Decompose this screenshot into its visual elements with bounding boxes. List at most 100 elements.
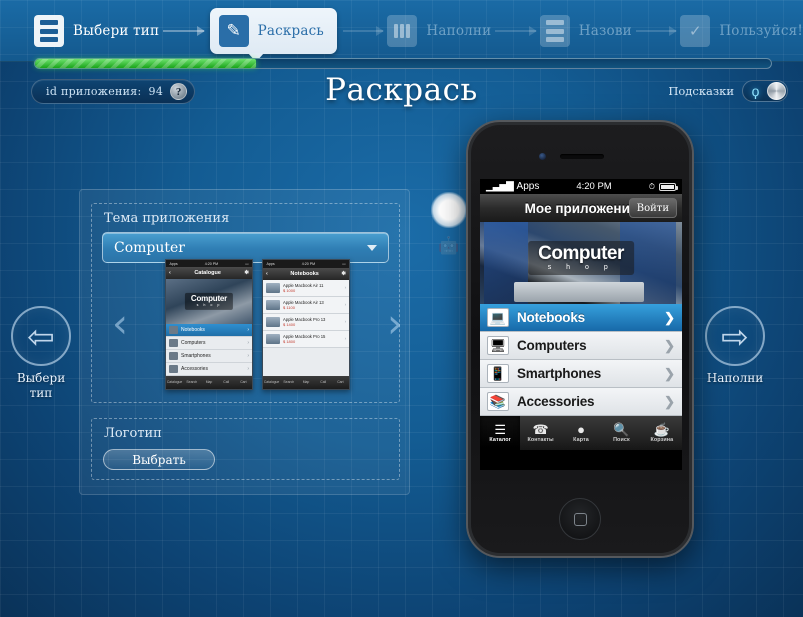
sliders-icon <box>387 15 418 47</box>
pin-icon: ● <box>577 422 585 437</box>
search-icon: 🔍 <box>613 422 630 437</box>
tab-label: Контакты <box>527 437 554 443</box>
thumb-tabbar: Catalogue Search Map Call Cart <box>166 375 252 389</box>
logo-fieldset: Логотип Выбрать <box>91 418 400 480</box>
hero-caption: Computer s h o p <box>528 241 634 276</box>
nav-prev-button[interactable]: ⇦ Выбери тип <box>0 306 86 401</box>
thumb-tab: Cart <box>337 380 344 384</box>
tab-search[interactable]: 🔍 Поиск <box>601 416 641 450</box>
basket-icon: ☕ <box>653 422 670 437</box>
thumb-carrier: Apps <box>266 261 275 266</box>
thumb-product-row: Apple Macbook Pro 13 $ 1400 › <box>263 313 349 331</box>
laptop-icon: 💻 <box>487 308 509 327</box>
nav-next-button[interactable]: ⇨ Наполни <box>690 306 780 386</box>
back-icon: ‹ <box>266 270 268 277</box>
choose-logo-button[interactable]: Выбрать <box>103 449 215 470</box>
step-use[interactable]: ✓ Пользуйся! <box>680 15 803 47</box>
books-icon <box>169 364 178 373</box>
thumb-row-label: Smartphones <box>181 352 211 359</box>
thumb-hero-caption: Computer s h o p <box>184 293 234 310</box>
chevron-right-icon: › <box>344 319 346 324</box>
thumb-product-list: Apple Macbook Air 11 $ 1000 › Apple Macb… <box>263 279 349 376</box>
step-label: Пользуйся! <box>719 23 803 39</box>
thumb-row: Notebooks › <box>166 323 252 337</box>
hints-toggle-group[interactable]: Подсказки ϙ <box>668 80 788 102</box>
signal-bars: ▁▃▅▇ <box>486 181 514 192</box>
chevron-right-icon: ❯ <box>664 337 675 353</box>
thumb-tab: Map <box>205 380 213 385</box>
tab-catalog[interactable]: ☰ Каталог <box>480 416 521 450</box>
switch-knob[interactable] <box>767 82 786 100</box>
chevron-right-icon[interactable]: › <box>378 250 412 398</box>
platform-switcher: 🤖 <box>431 192 467 264</box>
tab-cart[interactable]: ☕ Корзина <box>642 416 682 450</box>
arrow-left-icon: ⇦ <box>11 306 71 366</box>
app-navbar: Мое приложение Войти <box>480 194 682 222</box>
theme-legend: Тема приложения <box>104 211 230 226</box>
theme-thumbnail-catalogue[interactable]: Apps 4:20 PM ▭ ‹ Catalogue ✻ Computer s … <box>165 258 253 390</box>
tab-contacts[interactable]: ☎ Контакты <box>520 416 560 450</box>
list-item-computers[interactable]: 🖥 Computers ❯ <box>480 332 682 360</box>
arrow-right-icon: ⇨ <box>705 306 765 366</box>
lightbulb-icon: ϙ <box>751 83 760 99</box>
tab-label: Каталог <box>489 437 511 443</box>
step-name[interactable]: Назови <box>539 15 632 47</box>
step-fill[interactable]: Наполни <box>387 15 491 47</box>
nav-prev-line2: тип <box>29 386 53 400</box>
home-square-icon <box>573 512 587 526</box>
thumb-status-bar: Apps 4:20 PM ▭ <box>166 259 252 268</box>
thumb-navbar: ‹ Notebooks ✻ <box>263 267 349 280</box>
status-time: 4:20 PM <box>576 181 612 192</box>
list-item-smartphones[interactable]: 📱 Smartphones ❯ <box>480 360 682 388</box>
step-choose-type[interactable]: Выбери тип <box>34 15 159 47</box>
back-icon: ‹ <box>169 270 171 277</box>
thumb-tab: Search <box>283 380 295 384</box>
android-icon[interactable]: 🤖 <box>431 228 467 264</box>
step-label: Раскрась <box>257 23 324 39</box>
thumb-product-price: $ 1800 <box>283 338 296 344</box>
smartphone-icon <box>169 351 178 360</box>
thumb-row-label: Notebooks <box>181 326 205 333</box>
list-item-accessories[interactable]: 📚 Accessories ❯ <box>480 388 682 416</box>
front-camera-icon <box>539 153 546 160</box>
hero-banner: Computer s h o p <box>480 222 682 304</box>
nav-prev-line1: Выбери <box>16 371 66 385</box>
hints-switch[interactable]: ϙ <box>742 80 788 102</box>
tab-bar: ☰ Каталог ☎ Контакты ● Карта 🔍 Поиск ☕ К… <box>480 416 682 450</box>
theme-fieldset: Тема приложения Computer ‹ Apps 4:20 PM … <box>91 203 403 403</box>
list-item-label: Computers <box>517 338 587 353</box>
thumb-title: Notebooks <box>290 270 319 277</box>
hero-subtitle: s h o p <box>547 264 615 272</box>
step-arrow-4 <box>635 26 678 36</box>
chevron-right-icon: › <box>247 352 249 359</box>
login-button[interactable]: Войти <box>628 198 677 218</box>
phone-mockup: ▁▃▅▇ Apps 4:20 PM ⏱ Мое приложение Войти… <box>466 120 694 558</box>
chevron-left-icon[interactable]: ‹ <box>103 250 137 398</box>
step-arrow-1 <box>163 26 206 36</box>
home-button[interactable] <box>559 498 601 540</box>
theme-carousel: ‹ Apps 4:20 PM ▭ ‹ Catalogue ✻ Computer … <box>103 250 412 398</box>
chevron-right-icon: › <box>247 339 249 346</box>
thumb-product-price: $ 1100 <box>283 304 295 310</box>
step-arrow-2 <box>342 26 385 36</box>
list-item-label: Smartphones <box>517 366 602 381</box>
chevron-right-icon: › <box>344 336 346 341</box>
chevron-right-icon: ❯ <box>664 365 675 381</box>
step-label: Выбери тип <box>73 23 160 39</box>
tab-label: Поиск <box>613 437 630 443</box>
tab-map[interactable]: ● Карта <box>561 416 601 450</box>
chevron-right-icon: › <box>344 302 346 307</box>
list-item-notebooks[interactable]: 💻 Notebooks ❯ <box>480 304 682 332</box>
thumb-battery-icon: ▭ <box>342 261 346 266</box>
earpiece-speaker <box>560 154 604 159</box>
id-card-icon <box>539 15 570 47</box>
thumb-time: 4:20 PM <box>301 261 316 266</box>
step-colorize[interactable]: ✎ Раскрась <box>209 8 337 62</box>
apple-icon[interactable] <box>431 192 467 228</box>
phone-screen: ▁▃▅▇ Apps 4:20 PM ⏱ Мое приложение Войти… <box>480 179 682 470</box>
thumb-row-list: Notebooks › Computers › Smartphones › Ac… <box>166 323 252 376</box>
hero-title: Computer <box>538 243 624 265</box>
phone-check-icon: ✓ <box>680 15 711 47</box>
theme-thumbnail-notebooks[interactable]: Apps 4:20 PM ▭ ‹ Notebooks ✻ Apple Macbo… <box>262 258 350 390</box>
chevron-right-icon: › <box>247 326 249 333</box>
